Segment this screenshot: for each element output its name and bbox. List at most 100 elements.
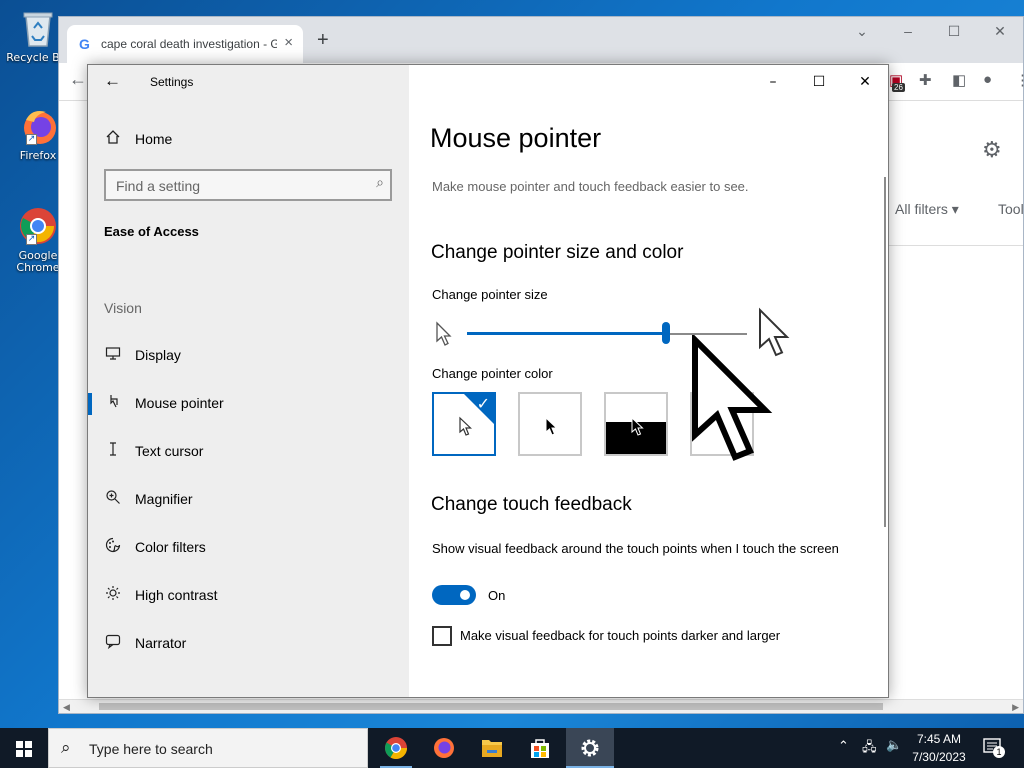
sidebar-item-label: Narrator [135, 635, 187, 651]
sidebar-item-home[interactable]: Home [88, 117, 409, 161]
toggle-knob [460, 590, 470, 600]
taskbar-app-chrome[interactable] [372, 728, 420, 768]
recycle-bin-icon [18, 8, 58, 48]
maximize-icon[interactable]: ☐ [796, 65, 842, 99]
scroll-left-icon[interactable]: ◀ [63, 700, 70, 714]
black-pointer-icon [545, 416, 558, 436]
pointer-color-black[interactable] [518, 392, 582, 456]
menu-icon[interactable]: ⋮ [1015, 71, 1024, 89]
profile-icon[interactable]: ● [983, 71, 992, 88]
touch-feedback-description: Show visual feedback around the touch po… [432, 541, 839, 556]
taskbar-app-file-explorer[interactable] [468, 728, 516, 768]
high-contrast-icon [104, 585, 122, 603]
new-tab-button[interactable]: + [317, 29, 329, 52]
back-arrow-icon[interactable]: ← [104, 71, 121, 91]
settings-icon [581, 739, 599, 757]
sidebar-item-label: Mouse pointer [135, 395, 224, 411]
minimize-icon[interactable]: – [885, 17, 931, 47]
close-icon[interactable]: ✕ [842, 65, 888, 99]
file-explorer-icon [482, 740, 502, 757]
scrollbar-thumb[interactable] [99, 703, 883, 710]
volume-icon[interactable]: 🔈 [886, 738, 902, 753]
puzzle-icon[interactable]: ✚ [919, 71, 932, 89]
color-filters-icon [104, 537, 122, 555]
notification-count: 1 [993, 746, 1005, 758]
pointer-color-inverted[interactable] [604, 392, 668, 456]
gear-icon[interactable]: ⚙ [982, 137, 1002, 163]
extension-badge: 26 [892, 83, 905, 92]
slider-fill [467, 332, 666, 335]
pointer-size-label: Change pointer size [432, 287, 548, 302]
settings-window-controls: – ☐ ✕ [750, 65, 888, 99]
divider [887, 245, 1023, 246]
scroll-right-icon[interactable]: ▶ [1012, 700, 1019, 714]
darker-feedback-checkbox[interactable] [432, 626, 452, 646]
pointer-section-heading: Change pointer size and color [431, 242, 684, 263]
toggle-state-label: On [488, 588, 506, 603]
touch-feedback-toggle[interactable] [432, 585, 476, 605]
vertical-scrollbar[interactable] [884, 177, 886, 527]
pointer-color-white[interactable]: ✓ [432, 392, 496, 456]
taskbar-app-firefox[interactable] [420, 728, 468, 768]
page-title: Mouse pointer [430, 123, 602, 153]
all-filters-button[interactable]: All filters ▾ [895, 201, 959, 218]
firefox-icon [434, 738, 454, 758]
taskbar-app-store[interactable] [516, 728, 564, 768]
store-icon [531, 739, 549, 758]
clock-date[interactable]: 7/30/2023 [907, 750, 971, 764]
chrome-icon [385, 737, 407, 759]
shortcut-arrow-icon: ↗ [26, 234, 37, 245]
sidebar-item-mouse-pointer[interactable]: Mouse pointer [88, 381, 409, 425]
clock-time[interactable]: 7:45 AM [911, 732, 967, 746]
display-icon [104, 345, 122, 363]
settings-sidebar: ← Settings Home Find a setting ⌕ Ease of… [88, 65, 409, 697]
taskbar-app-settings[interactable] [566, 728, 614, 768]
white-pointer-icon [459, 416, 472, 436]
app-title: Settings [150, 75, 194, 89]
sidebar-item-high-contrast[interactable]: High contrast [88, 573, 409, 617]
desktop-icon-label: Firefox [19, 149, 57, 162]
windows-logo-icon [16, 741, 32, 757]
page-description: Make mouse pointer and touch feedback ea… [432, 179, 749, 194]
firefox-icon: ↗ [18, 106, 58, 146]
back-arrow-icon[interactable]: ← [69, 69, 87, 90]
sidebar-item-text-cursor[interactable]: Text cursor [88, 429, 409, 473]
sidebar-item-color-filters[interactable]: Color filters [88, 525, 409, 569]
network-icon[interactable]: 🖧 [862, 738, 877, 760]
browser-tab[interactable]: G cape coral death investigation - Googl… [67, 25, 303, 63]
chevron-up-icon[interactable]: ⌃ [838, 738, 849, 754]
tab-title: cape coral death investigation - Google … [101, 37, 277, 51]
side-panel-icon[interactable]: ◧ [952, 71, 966, 89]
mouse-pointer-icon [104, 393, 122, 411]
group-label: Vision [104, 300, 142, 316]
sidebar-item-display[interactable]: Display [88, 333, 409, 377]
touch-section-heading: Change touch feedback [431, 494, 632, 515]
mouse-cursor-icon [692, 335, 773, 461]
sidebar-item-label: Text cursor [135, 443, 204, 459]
browser-tabstrip: G cape coral death investigation - Googl… [59, 17, 1023, 63]
sidebar-item-label: High contrast [135, 587, 218, 603]
selection-indicator [88, 393, 92, 415]
pointer-color-label: Change pointer color [432, 366, 553, 381]
slider-thumb[interactable] [661, 322, 670, 344]
sidebar-item-magnifier[interactable]: Magnifier [88, 477, 409, 521]
maximize-icon[interactable]: ☐ [931, 17, 977, 47]
close-icon[interactable]: ✕ [977, 17, 1023, 47]
tools-button[interactable]: Tools [998, 201, 1024, 217]
taskbar-search-input[interactable]: ⌕ Type here to search [48, 728, 368, 768]
sidebar-item-narrator[interactable]: Narrator [88, 621, 409, 665]
horizontal-scrollbar[interactable]: ◀ ▶ [59, 699, 1023, 713]
chevron-down-icon[interactable]: ⌄ [839, 17, 885, 47]
search-icon: ⌕ [61, 738, 71, 758]
text-cursor-icon [104, 441, 122, 459]
close-tab-icon[interactable]: × [284, 34, 293, 51]
sidebar-item-label: Display [135, 347, 181, 363]
notification-button[interactable]: 1 [982, 736, 1005, 758]
home-icon [104, 129, 122, 147]
chrome-icon: ↗ [18, 206, 58, 246]
minimize-icon[interactable]: – [750, 65, 796, 99]
search-input[interactable]: Find a setting ⌕ [104, 169, 392, 201]
start-button[interactable] [0, 728, 48, 768]
checkbox-label: Make visual feedback for touch points da… [460, 628, 781, 643]
sidebar-item-label: Home [135, 131, 173, 147]
